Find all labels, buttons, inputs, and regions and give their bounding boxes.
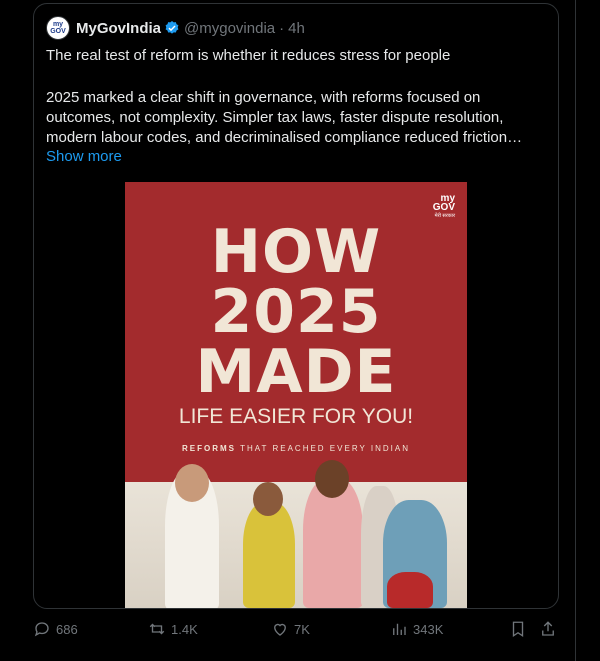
repost-button[interactable]: 1.4K xyxy=(148,620,198,638)
tagline-bold: REFORMS xyxy=(182,444,237,453)
person-head xyxy=(315,460,349,498)
body-line: 2025 marked a clear shift in governance,… xyxy=(46,89,481,106)
person-head xyxy=(253,482,283,516)
reply-icon xyxy=(34,622,49,637)
right-divider xyxy=(575,0,576,661)
reply-count: 686 xyxy=(56,621,78,637)
tweet-header: my GOV MyGovIndia @mygovindia · 4h xyxy=(46,16,305,40)
tweet-body: 2025 marked a clear shift in governance,… xyxy=(46,88,556,148)
logo-bottom: GOV xyxy=(432,202,455,213)
avatar[interactable]: my GOV xyxy=(46,16,70,40)
views-icon xyxy=(393,623,406,635)
person-figure xyxy=(243,502,295,608)
poster-tagline: REFORMS THAT REACHED EVERY INDIAN xyxy=(125,444,467,453)
left-rail xyxy=(0,0,16,661)
tweet-media-image[interactable]: my GOV मेरी सरकार HOW 2025 MADE LIFE EAS… xyxy=(125,182,467,608)
tweet-card[interactable]: my GOV MyGovIndia @mygovindia · 4h The r… xyxy=(33,3,559,609)
tweet-headline: The real test of reform is whether it re… xyxy=(46,47,451,64)
poster-line-year: 2025 xyxy=(210,277,382,347)
reply-button[interactable]: 686 xyxy=(33,620,78,638)
repost-count: 1.4K xyxy=(171,621,198,637)
person-figure xyxy=(387,572,433,608)
body-line: outcomes, not complexity. Simpler tax la… xyxy=(46,109,504,126)
share-icon xyxy=(542,621,554,636)
body-line: modern labour codes, and decriminalised … xyxy=(46,129,523,146)
author-name[interactable]: MyGovIndia xyxy=(76,20,161,37)
poster-subtitle: LIFE EASIER FOR YOU! xyxy=(178,405,414,428)
bookmark-icon xyxy=(512,621,524,638)
author-handle[interactable]: @mygovindia xyxy=(184,20,275,37)
timestamp[interactable]: 4h xyxy=(288,20,305,37)
tagline-rest: THAT REACHED EVERY INDIAN xyxy=(236,444,410,453)
heart-icon xyxy=(274,623,286,636)
share-button[interactable] xyxy=(539,620,557,638)
views-count: 343K xyxy=(413,621,444,637)
person-head xyxy=(175,464,209,502)
dot-separator: · xyxy=(279,19,285,37)
tweet-actions: 686 1.4K 7K 343K xyxy=(33,620,558,644)
poster-photo xyxy=(125,460,467,608)
show-more-link[interactable]: Show more xyxy=(46,148,122,165)
poster-line-how: HOW xyxy=(210,217,382,287)
like-count: 7K xyxy=(294,621,310,637)
like-button[interactable]: 7K xyxy=(271,620,310,638)
views-button[interactable]: 343K xyxy=(390,620,443,638)
mygov-logo: my GOV मेरी सरकार xyxy=(433,194,455,221)
verified-badge-icon xyxy=(165,21,179,34)
poster-line-made: MADE xyxy=(195,337,397,407)
bookmark-button[interactable] xyxy=(509,620,527,638)
repost-icon xyxy=(149,623,165,635)
